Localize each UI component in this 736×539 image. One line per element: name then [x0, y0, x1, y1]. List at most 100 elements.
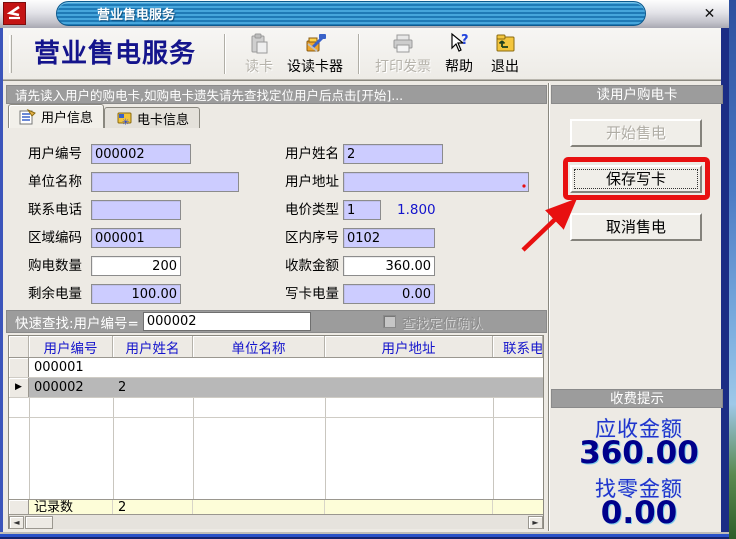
client-area: 请先读入用户的购电卡,如购电卡遗失请先查找定位用户后点击[开始]... 用户信息… — [3, 80, 721, 532]
tab-card-info[interactable]: ✳ 电卡信息 — [104, 107, 200, 128]
purchase-qty-field[interactable] — [91, 256, 181, 276]
tab-strip: 用户信息 ✳ 电卡信息 — [8, 104, 200, 128]
field-label: 区内序号 — [285, 228, 339, 248]
close-button[interactable]: ✕ — [698, 4, 721, 23]
panel-divider — [548, 83, 550, 531]
cell-phone — [493, 358, 543, 377]
table-footer: 记录数 2 — [9, 499, 543, 515]
panel-header: 读用户购电卡 — [551, 85, 723, 104]
row-selector-current[interactable]: ▶ — [9, 378, 29, 397]
quick-search-bar: 快速查找:用户编号= 查找定位确认 — [6, 310, 547, 333]
help-button[interactable]: ? 帮助 — [436, 30, 482, 78]
cell-company — [193, 358, 325, 377]
cell-phone — [493, 378, 543, 397]
scrollbar-thumb[interactable] — [25, 516, 53, 529]
table-row[interactable]: 000001 — [9, 358, 543, 378]
cell-user-name: 2 — [113, 378, 193, 397]
printer-icon — [391, 32, 415, 56]
focus-rect — [574, 169, 698, 189]
row-selector-header — [9, 336, 29, 357]
cancel-sale-button[interactable]: 取消售电 — [570, 213, 702, 241]
table-header: 用户编号 用户姓名 单位名称 用户地址 联系电话 — [9, 336, 543, 358]
exit-folder-icon — [493, 32, 517, 56]
user-id-field[interactable] — [91, 144, 191, 164]
remaining-power-field[interactable] — [91, 284, 181, 304]
tab-label: 电卡信息 — [137, 109, 189, 128]
app-logo-icon — [3, 2, 26, 25]
receivable-amount: 360.00 — [551, 435, 727, 471]
toolbar: 营业售电服务 读卡 设读卡器 打印发票 ? 帮助 — [3, 28, 721, 80]
card-info-icon: ✳ — [115, 110, 132, 126]
field-label: 区域编码 — [28, 228, 82, 248]
column-header[interactable]: 用户地址 — [325, 336, 493, 357]
card-reader-icon — [247, 32, 271, 56]
area-code-field[interactable] — [91, 228, 181, 248]
tools-icon — [303, 32, 327, 56]
titlebar-pill: 营业售电服务 — [56, 1, 646, 26]
toolbar-separator — [358, 34, 360, 74]
column-header[interactable]: 联系电话 — [493, 336, 543, 357]
user-info-icon — [19, 109, 36, 125]
table-row-empty — [9, 398, 543, 418]
footer-cell — [325, 500, 493, 514]
phone-field[interactable] — [91, 200, 181, 220]
record-count-value: 2 — [113, 500, 193, 514]
save-write-card-button[interactable]: 保存写卡 — [570, 165, 702, 193]
print-invoice-button: 打印发票 — [370, 30, 436, 78]
charge-panel-header: 收费提示 — [551, 389, 723, 408]
cell-address — [325, 378, 493, 397]
column-header[interactable]: 单位名称 — [193, 336, 325, 357]
field-label: 联系电话 — [28, 200, 82, 220]
svg-text:?: ? — [461, 33, 469, 48]
amount-received-field[interactable] — [343, 256, 435, 276]
button-label: 开始售电 — [606, 124, 666, 142]
user-address-field[interactable] — [343, 172, 529, 192]
prompt-bar: 请先读入用户的购电卡,如购电卡遗失请先查找定位用户后点击[开始]... — [6, 85, 547, 104]
field-label: 电价类型 — [285, 200, 339, 220]
field-label: 用户姓名 — [285, 144, 339, 164]
company-name-field[interactable] — [91, 172, 239, 192]
record-count-label: 记录数 — [29, 500, 113, 514]
exit-button[interactable]: 退出 — [482, 30, 528, 78]
price-type-field[interactable] — [343, 200, 381, 220]
read-card-button: 读卡 — [236, 30, 282, 78]
scroll-right-button[interactable]: ► — [528, 516, 543, 529]
app-window: 营业售电服务 ✕ 营业售电服务 读卡 设读卡器 打印发票 — [0, 0, 736, 539]
user-name-field[interactable] — [343, 144, 443, 164]
scroll-left-button[interactable]: ◄ — [9, 516, 24, 529]
toolbar-grip — [9, 35, 12, 73]
write-card-power-field[interactable] — [343, 284, 435, 304]
window-title: 营业售电服务 — [57, 4, 175, 23]
toolbar-separator — [224, 34, 226, 74]
footer-cell — [493, 500, 543, 514]
quick-search-input[interactable] — [143, 312, 311, 331]
column-header[interactable]: 用户姓名 — [113, 336, 193, 357]
horizontal-scrollbar[interactable]: ◄ ► — [9, 515, 543, 529]
area-serial-field[interactable] — [343, 228, 435, 248]
column-header[interactable]: 用户编号 — [29, 336, 113, 357]
cell-user-name — [113, 358, 193, 377]
tab-user-info[interactable]: 用户信息 — [8, 104, 104, 128]
row-selector[interactable] — [9, 358, 29, 377]
set-reader-button[interactable]: 设读卡器 — [282, 30, 348, 78]
cell-user-id: 000002 — [29, 378, 113, 397]
field-label: 剩余电量 — [28, 284, 82, 304]
field-label: 单位名称 — [28, 172, 82, 192]
price-rate-value: 1.800 — [397, 200, 436, 220]
tab-label: 用户信息 — [41, 107, 93, 126]
field-label: 收款金额 — [285, 256, 339, 276]
find-confirm-checkbox[interactable] — [383, 315, 396, 328]
table-row-selected[interactable]: ▶ 000002 2 — [9, 378, 543, 398]
cell-user-id: 000001 — [29, 358, 113, 377]
cell-address — [325, 358, 493, 377]
field-label: 用户编号 — [28, 144, 82, 164]
svg-text:✳: ✳ — [122, 118, 130, 126]
desktop-wallpaper — [729, 0, 736, 539]
field-label: 用户地址 — [285, 172, 339, 192]
footer-cell — [193, 500, 325, 514]
footer-selector — [9, 500, 29, 514]
field-label: 写卡电量 — [285, 284, 339, 304]
cell-company — [193, 378, 325, 397]
change-amount: 0.00 — [551, 495, 727, 531]
titlebar[interactable]: 营业售电服务 ✕ — [0, 0, 729, 28]
